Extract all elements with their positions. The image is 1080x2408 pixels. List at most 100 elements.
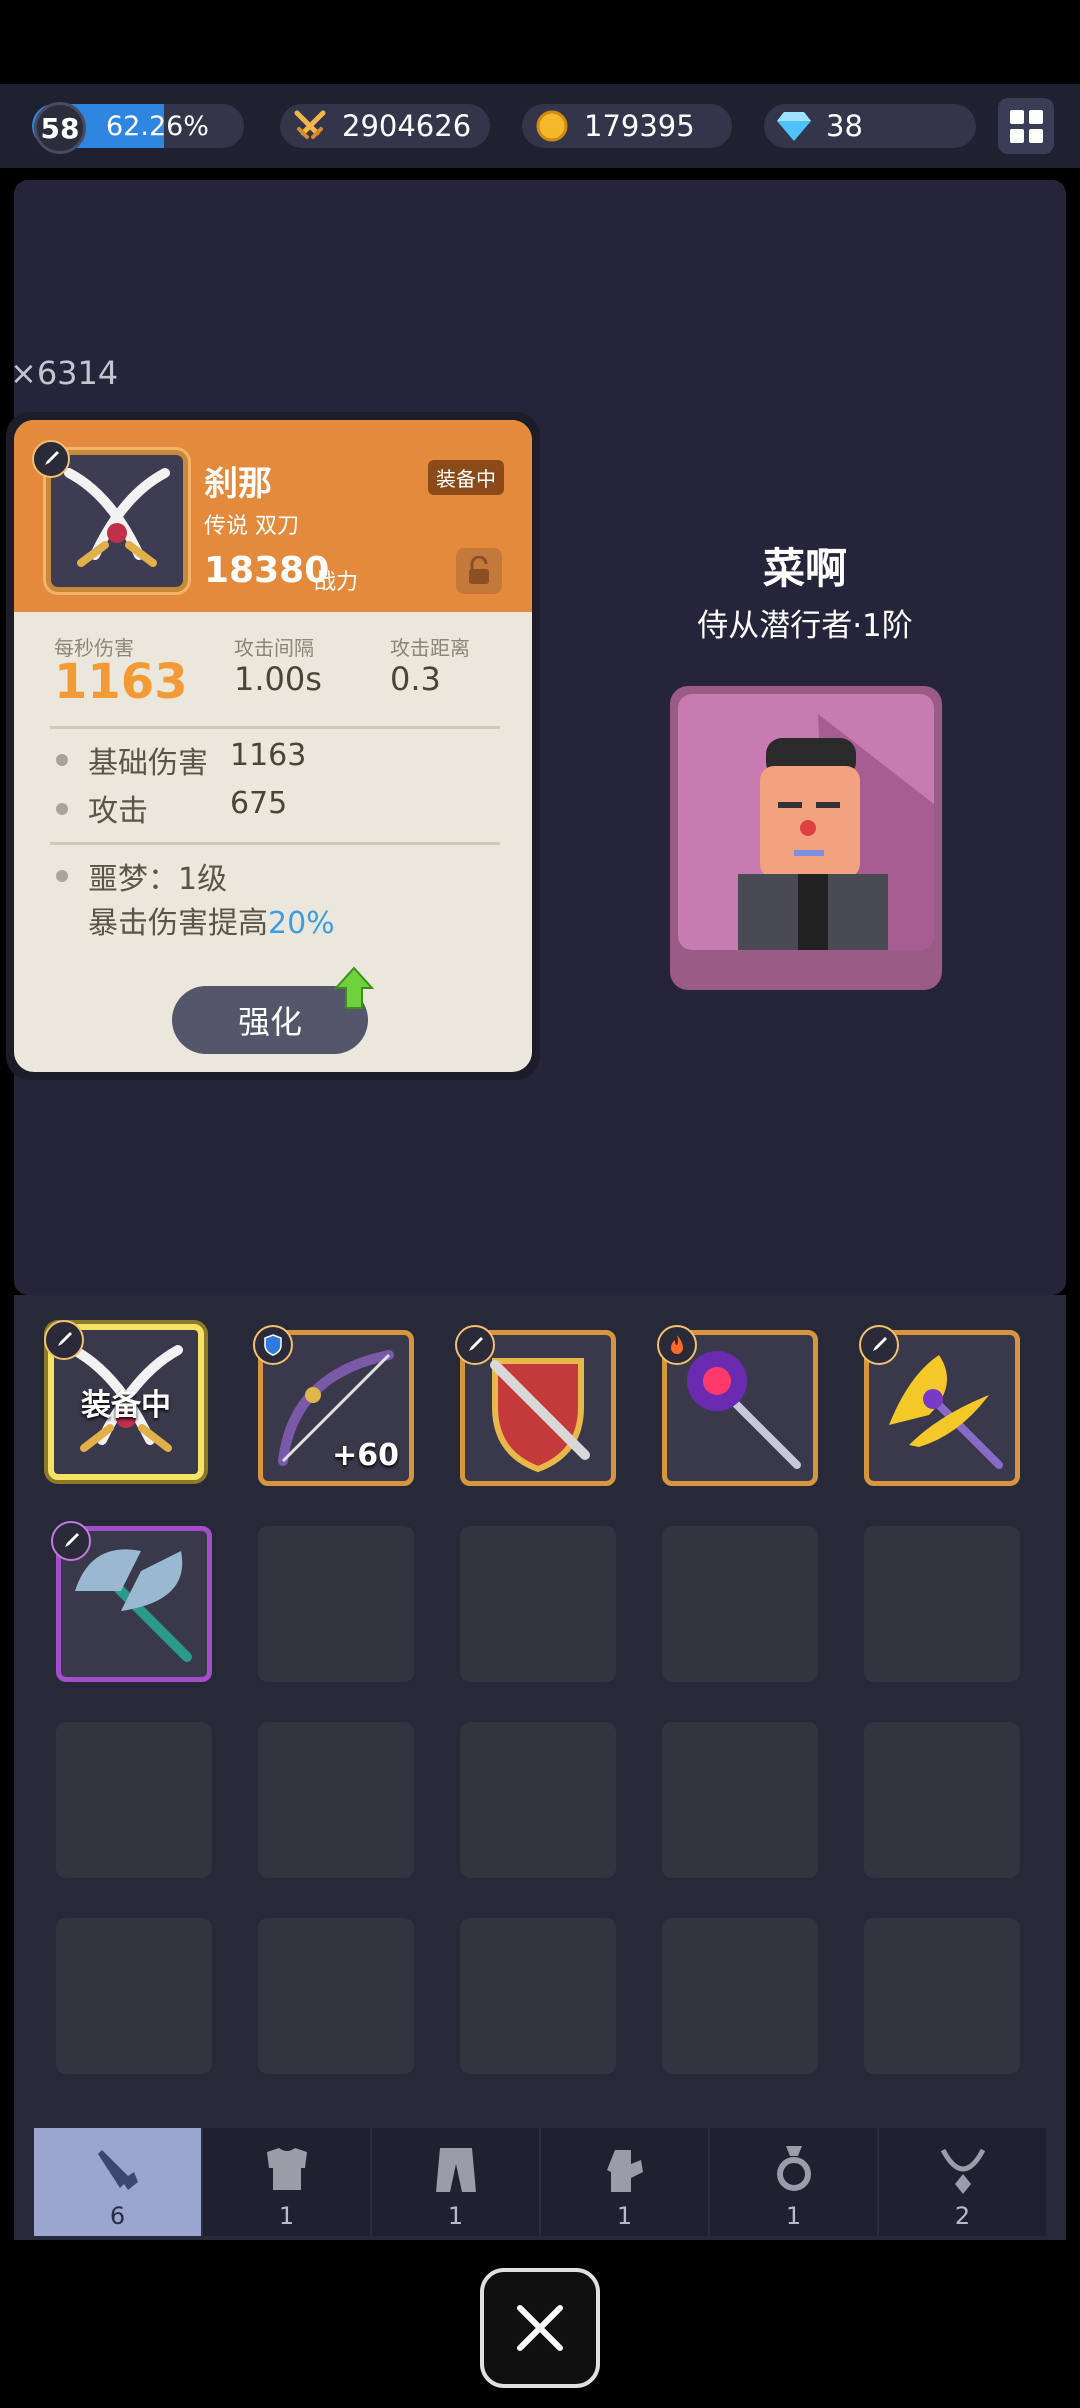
- inventory-slot-empty[interactable]: [258, 1526, 414, 1682]
- bullet: [56, 870, 68, 882]
- tab-necklace[interactable]: 2: [879, 2128, 1046, 2236]
- upgrade-arrow-icon: [333, 966, 375, 1014]
- gold-counter: 179395: [522, 104, 732, 148]
- inventory-slot-empty[interactable]: [460, 1526, 616, 1682]
- grid-cell: [1009, 109, 1024, 124]
- inventory-slot-battle-axe[interactable]: [51, 1521, 212, 1682]
- sword-type-icon: [51, 1521, 91, 1561]
- sword-type-icon: [455, 1325, 495, 1365]
- tab-count: 1: [616, 2202, 633, 2230]
- divider: [50, 842, 500, 845]
- bonus-value: 20%: [268, 906, 335, 941]
- close-icon: [517, 2305, 563, 2351]
- grid-cell: [1028, 128, 1043, 143]
- tab-ring[interactable]: 1: [710, 2128, 879, 2236]
- range-value: 0.3: [390, 660, 441, 698]
- stat-row-label: 攻击: [88, 794, 148, 829]
- inventory-slot-empty[interactable]: [662, 1918, 818, 2074]
- diamond-icon: [774, 106, 814, 146]
- tab-count: 1: [278, 2202, 295, 2230]
- ring-icon: [764, 2142, 824, 2198]
- tab-count: 1: [447, 2202, 464, 2230]
- stat-row-label: 基础伤害: [88, 746, 208, 781]
- tab-count: 6: [109, 2202, 126, 2230]
- equipment-category-tabs: 6 1 1 1 1 2: [34, 2128, 1046, 2236]
- pants-icon: [426, 2142, 486, 2198]
- shield-type-icon: [253, 1325, 293, 1365]
- inventory-slot-empty[interactable]: [864, 1918, 1020, 2074]
- upgrade-label: 强化: [237, 1003, 302, 1041]
- lock-icon[interactable]: [456, 548, 502, 594]
- range-label: 攻击距离: [390, 636, 470, 660]
- exp-percent: 62.26%: [106, 110, 209, 142]
- gem-value: 38: [826, 109, 863, 143]
- power-value: 2904626: [342, 109, 472, 143]
- character-portrait[interactable]: [670, 686, 942, 990]
- inventory-slot-empty[interactable]: [864, 1526, 1020, 1682]
- close-button[interactable]: [480, 2268, 600, 2388]
- inventory-slot-empty[interactable]: [662, 1722, 818, 1878]
- equipped-overlay-label: 装备中: [81, 1388, 171, 1423]
- character-avatar: [678, 694, 934, 950]
- armor-icon: [257, 2142, 317, 2198]
- menu-grid-button[interactable]: [998, 98, 1054, 154]
- inventory-slot-fire-staff[interactable]: [657, 1325, 818, 1486]
- tab-pants[interactable]: 1: [372, 2128, 541, 2236]
- inventory-slot-golden-staff[interactable]: [859, 1325, 1020, 1486]
- gem-counter: 38: [764, 104, 976, 148]
- bonus-text: 暴击伤害提高: [88, 906, 268, 941]
- sword-type-icon: [32, 440, 70, 478]
- sword-type-icon: [44, 1320, 84, 1360]
- necklace-icon: [933, 2142, 993, 2198]
- inventory-slot-empty[interactable]: [56, 1918, 212, 2074]
- stat-row-value: 675: [230, 786, 288, 821]
- interval-value: 1.00s: [234, 660, 322, 698]
- tab-count: 2: [954, 2202, 971, 2230]
- inventory-slot-empty[interactable]: [258, 1918, 414, 2074]
- grid-cell: [1028, 109, 1043, 124]
- screen: 62.26% 58 2904626 179395 38 ×6314 刹那 传说 …: [0, 0, 1080, 2408]
- inventory-slot-twin-blades[interactable]: 装备中: [44, 1320, 204, 1480]
- inventory-slot-empty[interactable]: [258, 1722, 414, 1878]
- character-name: 菜啊: [762, 544, 847, 593]
- inventory-slot-sword-shield[interactable]: [455, 1325, 616, 1486]
- fire-type-icon: [657, 1325, 697, 1365]
- grid-cell: [1009, 128, 1024, 143]
- inventory-slot-empty[interactable]: [662, 1526, 818, 1682]
- glove-icon: [595, 2142, 655, 2198]
- tab-count: 1: [785, 2202, 802, 2230]
- top-status-bar: 62.26% 58 2904626 179395 38: [0, 84, 1080, 168]
- bonus-description: 暴击伤害提高20%: [88, 898, 335, 942]
- bullet: [56, 754, 68, 766]
- interval-label: 攻击间隔: [234, 636, 314, 660]
- weapon-icon: [46, 450, 188, 592]
- gold-coin-icon: [532, 106, 572, 146]
- crossed-swords-icon: [290, 106, 330, 146]
- inventory-slot-empty[interactable]: [864, 1722, 1020, 1878]
- weapon-card-header: 刹那 传说 双刀 18380 战力 装备中: [14, 420, 532, 612]
- sword-icon: [88, 2142, 148, 2198]
- divider: [50, 726, 500, 729]
- weapon-name: 刹那: [204, 464, 272, 504]
- inventory-slot-bow[interactable]: +60: [253, 1325, 414, 1486]
- bullet: [56, 803, 68, 815]
- power-label: 战力: [314, 570, 359, 595]
- tab-armor[interactable]: 1: [203, 2128, 372, 2236]
- equipped-tag: 装备中: [428, 460, 504, 495]
- item-count-label: ×6314: [10, 354, 119, 392]
- inventory-slot-empty[interactable]: [56, 1722, 212, 1878]
- bonus-title: 噩梦：1级: [88, 862, 228, 897]
- tab-weapon[interactable]: 6: [34, 2128, 203, 2236]
- inventory-slot-empty[interactable]: [460, 1722, 616, 1878]
- gold-value: 179395: [584, 109, 695, 143]
- dps-value: 1163: [54, 654, 188, 710]
- weapon-detail-card: 刹那 传说 双刀 18380 战力 装备中 每秒伤害 1163 攻击间隔 1.0…: [6, 412, 540, 1080]
- weapon-power: 18380: [204, 550, 330, 591]
- tab-gloves[interactable]: 1: [541, 2128, 710, 2236]
- level-badge: 58: [34, 102, 86, 154]
- character-title: 侍从潜行者·1阶: [697, 608, 913, 644]
- inventory-slot-empty[interactable]: [460, 1918, 616, 2074]
- stat-row-value: 1163: [230, 738, 307, 773]
- weapon-rarity-type: 传说 双刀: [204, 514, 299, 539]
- power-counter: 2904626: [280, 104, 490, 148]
